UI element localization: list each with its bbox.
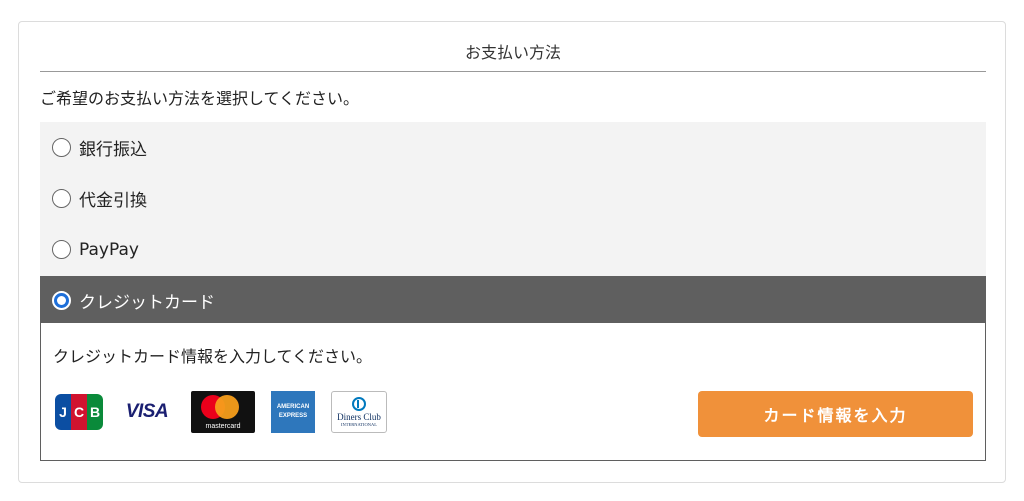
mastercard-wordmark: mastercard — [205, 423, 241, 430]
card-brand-logos: J C B VISA mastercard AMERICAN EXPRESS D… — [55, 391, 403, 433]
instruction-text: ご希望のお支払い方法を選択してください。 — [40, 89, 360, 108]
jcb-logo-icon: J C B — [55, 394, 103, 430]
payment-method-card: お支払い方法 ご希望のお支払い方法を選択してください。 銀行振込 代金引換 Pa… — [18, 21, 1006, 483]
amex-line: EXPRESS — [278, 413, 308, 419]
option-bank-transfer[interactable]: 銀行振込 — [40, 122, 986, 173]
option-label: PayPay — [79, 239, 139, 260]
option-cash-on-delivery[interactable]: 代金引換 — [40, 173, 986, 224]
radio-unselected-icon[interactable] — [52, 189, 71, 208]
enter-card-info-button[interactable]: カード情報を入力 — [698, 391, 973, 437]
amex-logo-icon: AMERICAN EXPRESS — [271, 391, 315, 433]
radio-unselected-icon[interactable] — [52, 138, 71, 157]
jcb-letter: J — [55, 394, 71, 430]
credit-card-prompt: クレジットカード情報を入力してください。 — [53, 347, 373, 366]
mastercard-orange-circle — [215, 395, 239, 419]
visa-logo-icon: VISA — [125, 401, 169, 422]
diners-name: Diners Club — [337, 411, 381, 422]
jcb-letter: C — [71, 394, 87, 430]
radio-selected-icon[interactable] — [52, 290, 71, 310]
credit-card-panel: クレジットカード情報を入力してください。 J C B VISA masterca… — [40, 323, 986, 461]
option-label: 銀行振込 — [79, 140, 147, 160]
payment-options-list: 銀行振込 代金引換 PayPay クレジットカード — [40, 122, 986, 324]
option-label: 代金引換 — [79, 191, 147, 211]
jcb-letter: B — [87, 394, 103, 430]
diners-ring-icon — [352, 396, 366, 411]
option-credit-card[interactable]: クレジットカード — [40, 276, 986, 324]
diners-sub: INTERNATIONAL — [341, 421, 377, 427]
radio-unselected-icon[interactable] — [52, 240, 71, 259]
amex-line: AMERICAN — [276, 404, 310, 410]
section-title: お支払い方法 — [40, 38, 986, 72]
option-paypay[interactable]: PayPay — [40, 224, 986, 275]
mastercard-logo-icon: mastercard — [191, 391, 255, 433]
diners-club-logo-icon: Diners Club INTERNATIONAL — [331, 391, 387, 433]
option-label: クレジットカード — [79, 292, 215, 313]
